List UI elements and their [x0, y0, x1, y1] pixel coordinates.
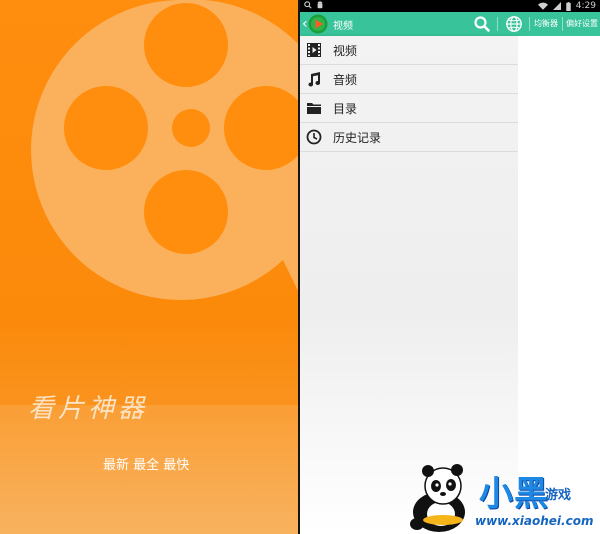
search-icon[interactable] [472, 15, 492, 33]
drawer-item-label: 目录 [333, 102, 358, 116]
drawer-item-audio[interactable]: 音频 [300, 65, 518, 94]
splash-screen: 看片神器 最新 最全 最快 [0, 0, 298, 534]
battery-icon [566, 1, 571, 11]
film-icon [307, 43, 321, 57]
wifi-icon [537, 2, 548, 10]
status-bar: 4:29 [300, 0, 600, 12]
clock-icon [306, 129, 322, 145]
action-bar: ‹ 视频 均衡器 偏好设置 [300, 12, 600, 36]
watermark-sub: 游戏 [545, 488, 572, 503]
panda-mascot-icon [410, 464, 465, 532]
drawer-item-label: 音频 [333, 73, 358, 87]
back-chevron-icon[interactable]: ‹ [302, 15, 308, 33]
signal-icon [552, 2, 561, 10]
folder-icon [307, 103, 321, 114]
drawer-item-label: 历史记录 [333, 131, 382, 145]
actionbar-title: 视频 [333, 21, 353, 32]
drawer-item-directory[interactable]: 目录 [300, 94, 518, 123]
play-logo-icon[interactable] [308, 14, 328, 34]
actionbar-separator [562, 17, 563, 31]
watermark-brand: 小黑 [479, 474, 549, 514]
actionbar-separator [529, 17, 530, 31]
preferences-button[interactable]: 偏好设置 [566, 18, 598, 29]
music-note-icon [308, 72, 321, 87]
actionbar-separator [497, 17, 498, 31]
drawer-item-video[interactable]: 视频 [300, 36, 518, 65]
film-reel-icon [31, 0, 298, 300]
drawer-item-label: 视频 [333, 44, 358, 58]
search-icon [304, 1, 312, 9]
status-time: 4:29 [575, 1, 596, 11]
splash-title: 看片神器 [28, 394, 149, 424]
app-screen: 4:29 ‹ 视频 均衡器 偏好设置 视频 音频 目录 历史记录 [300, 0, 600, 534]
android-icon [317, 1, 323, 9]
watermark: 小黑 游戏 www.xiaohei.com [405, 462, 600, 534]
drawer-item-history[interactable]: 历史记录 [300, 123, 518, 152]
splash-tagline: 最新 最全 最快 [103, 458, 190, 473]
content-area [518, 36, 600, 534]
globe-icon[interactable] [504, 15, 524, 33]
navigation-drawer: 视频 音频 目录 历史记录 [300, 36, 518, 534]
equalizer-button[interactable]: 均衡器 [534, 18, 558, 29]
watermark-url: www.xiaohei.com [475, 514, 594, 528]
